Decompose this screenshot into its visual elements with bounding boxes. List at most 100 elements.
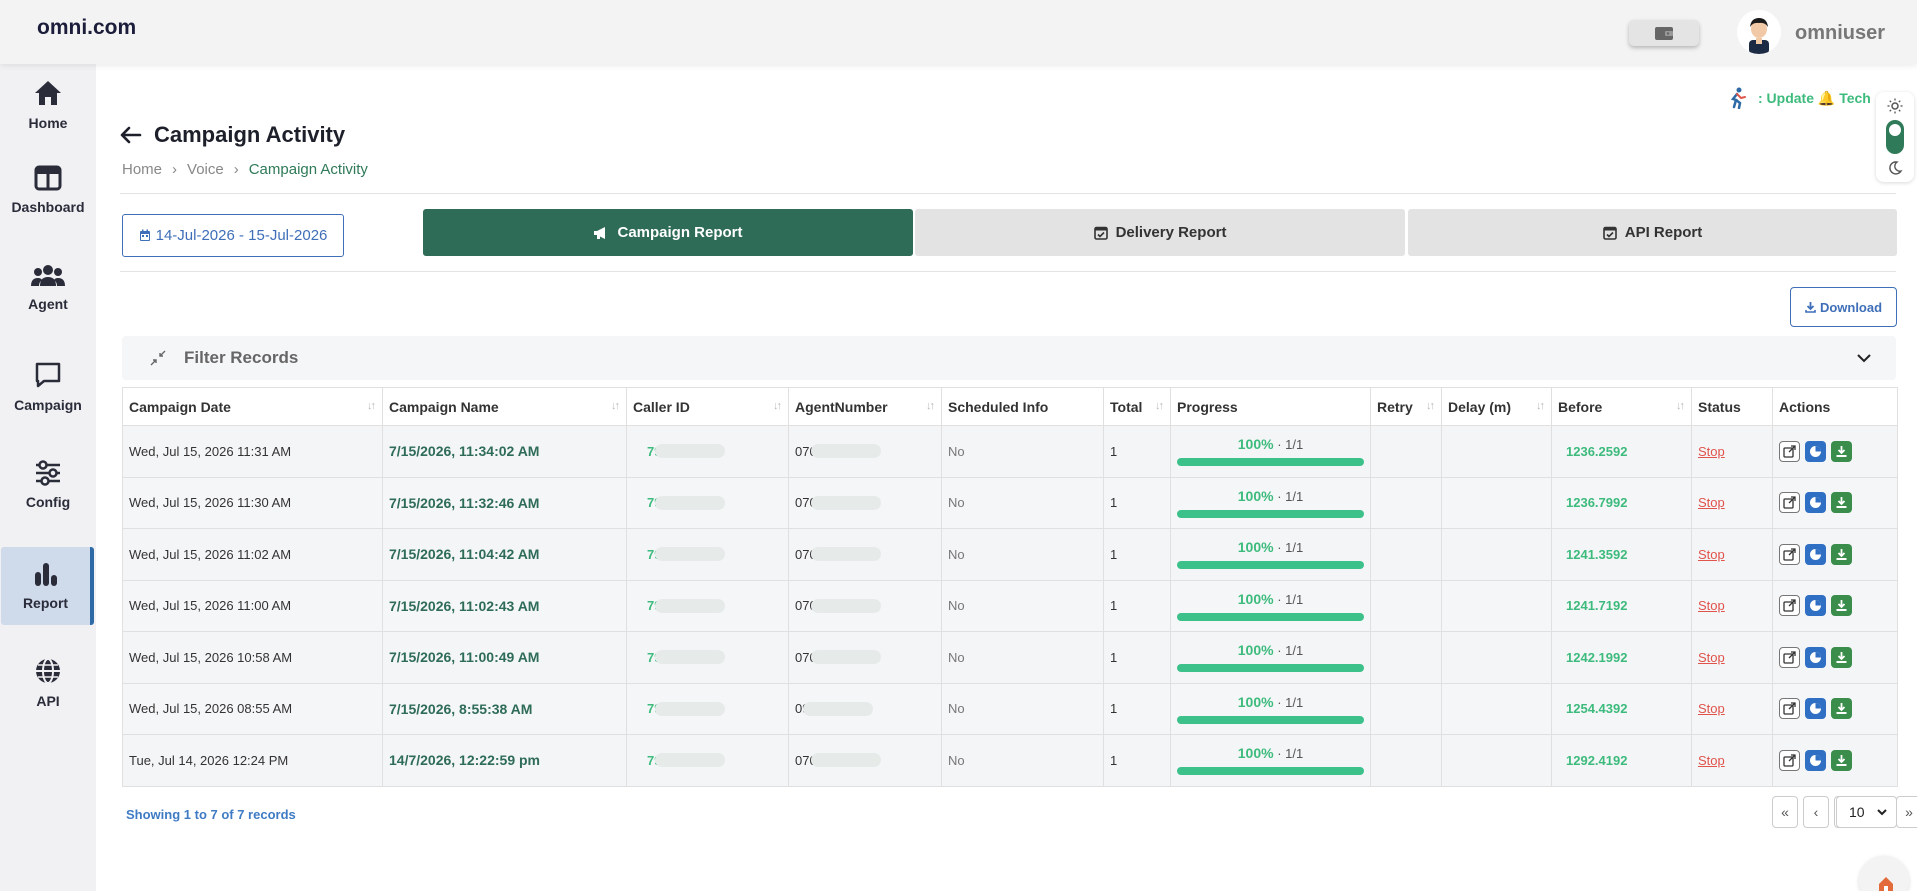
stats-button[interactable]	[1805, 543, 1826, 565]
stop-link[interactable]: Stop	[1698, 753, 1725, 768]
cell-retry	[1370, 682, 1442, 735]
share-button[interactable]	[1779, 698, 1800, 720]
brand-logo[interactable]: omni.com	[37, 16, 136, 40]
row-download-button[interactable]	[1831, 698, 1852, 720]
sidebar-item-config[interactable]: Config	[0, 446, 96, 524]
breadcrumb-voice[interactable]: Voice	[187, 161, 224, 178]
header-label: Status	[1698, 398, 1741, 415]
cell-retry	[1370, 734, 1442, 787]
progress-bar	[1177, 715, 1364, 724]
cell-retry	[1370, 476, 1442, 529]
cell-campaign-date: Wed, Jul 15, 2026 11:30 AM	[122, 476, 383, 529]
stats-button[interactable]	[1805, 595, 1826, 617]
stats-button[interactable]	[1805, 698, 1826, 720]
stop-link[interactable]: Stop	[1698, 598, 1725, 613]
first-page-button[interactable]: «	[1772, 796, 1798, 828]
cell-actions	[1772, 425, 1898, 478]
row-download-button[interactable]	[1831, 492, 1852, 514]
pie-chart-icon	[1810, 703, 1821, 715]
row-download-button[interactable]	[1831, 595, 1852, 617]
stop-link[interactable]: Stop	[1698, 495, 1725, 510]
collapse-icon[interactable]	[150, 350, 166, 366]
cell-retry	[1370, 579, 1442, 632]
update-notice-text: : Update 🔔 Tech	[1758, 89, 1871, 106]
progress-fill	[1177, 561, 1364, 570]
floating-home-button[interactable]	[1859, 856, 1909, 891]
cell-scheduled-info: No	[941, 476, 1104, 529]
breadcrumb-home[interactable]: Home	[122, 161, 162, 178]
prev-page-button[interactable]: ‹	[1803, 796, 1829, 828]
masked-value	[810, 444, 881, 459]
col-campaign-date[interactable]: Campaign Date ↓↑	[122, 387, 383, 426]
progress-count: 1/1	[1285, 694, 1304, 710]
row-download-button[interactable]	[1831, 543, 1852, 565]
progress-text: 100% · 1/1	[1237, 745, 1304, 762]
stop-link[interactable]: Stop	[1698, 650, 1725, 665]
theme-toggle-switch[interactable]	[1886, 120, 1904, 154]
theme-toggle[interactable]	[1876, 92, 1914, 182]
cell-agent-number: 070	[788, 425, 942, 478]
stop-link[interactable]: Stop	[1698, 547, 1725, 562]
download-button[interactable]: Download	[1790, 287, 1897, 327]
cell-campaign-name[interactable]: 7/15/2026, 8:55:38 AM	[382, 682, 627, 735]
stats-button[interactable]	[1805, 440, 1826, 462]
row-download-button[interactable]	[1831, 440, 1852, 462]
date-range-button[interactable]: 14-Jul-2026 - 15-Jul-2026	[122, 214, 344, 257]
progress-text: 100% · 1/1	[1237, 539, 1304, 556]
col-before[interactable]: Before ↓↑	[1551, 387, 1692, 426]
cell-total: 1	[1103, 425, 1171, 478]
share-button[interactable]	[1779, 440, 1800, 462]
pie-chart-icon	[1810, 651, 1821, 663]
cell-campaign-name[interactable]: 7/15/2026, 11:02:43 AM	[382, 579, 627, 632]
back-arrow-icon[interactable]	[120, 126, 142, 144]
cell-total: 1	[1103, 734, 1171, 787]
cell-campaign-name[interactable]: 7/15/2026, 11:00:49 AM	[382, 631, 627, 684]
sidebar-item-report[interactable]: Report	[1, 547, 94, 625]
progress-fill	[1177, 767, 1364, 776]
wallet-button[interactable]	[1629, 20, 1699, 46]
user-avatar[interactable]	[1737, 10, 1781, 54]
tab-campaign-report[interactable]: Campaign Report	[423, 209, 913, 256]
sidebar-item-api[interactable]: API	[0, 644, 96, 722]
col-delay[interactable]: Delay (m) ↓↑	[1441, 387, 1552, 426]
sidebar-item-home[interactable]: Home	[0, 66, 96, 144]
filter-records-panel[interactable]: Filter Records	[122, 336, 1896, 380]
stop-link[interactable]: Stop	[1698, 444, 1725, 459]
cell-campaign-name[interactable]: 14/7/2026, 12:22:59 pm	[382, 734, 627, 787]
stats-button[interactable]	[1805, 492, 1826, 514]
tab-label: Delivery Report	[1115, 224, 1227, 241]
row-download-button[interactable]	[1831, 646, 1852, 668]
stats-button[interactable]	[1805, 749, 1826, 771]
col-retry[interactable]: Retry ↓↑	[1370, 387, 1442, 426]
share-button[interactable]	[1779, 543, 1800, 565]
stats-button[interactable]	[1805, 646, 1826, 668]
col-agent-number[interactable]: AgentNumber ↓↑	[788, 387, 942, 426]
username[interactable]: omniuser	[1795, 22, 1885, 45]
masked-value	[655, 444, 726, 459]
tab-delivery-report[interactable]: Delivery Report	[915, 209, 1405, 256]
share-button[interactable]	[1779, 646, 1800, 668]
cell-status: Stop	[1691, 425, 1773, 478]
share-button[interactable]	[1779, 749, 1800, 771]
tab-api-report[interactable]: API Report	[1408, 209, 1897, 256]
cell-campaign-name[interactable]: 7/15/2026, 11:32:46 AM	[382, 476, 627, 529]
col-campaign-name[interactable]: Campaign Name ↓↑	[382, 387, 627, 426]
page-size-select[interactable]: 10	[1836, 796, 1897, 828]
progress-bar	[1177, 767, 1364, 776]
sidebar-item-agent[interactable]: Agent	[0, 249, 96, 327]
cell-campaign-name[interactable]: 7/15/2026, 11:34:02 AM	[382, 425, 627, 478]
col-total[interactable]: Total ↓↑	[1103, 387, 1171, 426]
update-notice[interactable]: : Update 🔔 Tech	[1726, 86, 1886, 110]
stop-link[interactable]: Stop	[1698, 701, 1725, 716]
row-download-button[interactable]	[1831, 749, 1852, 771]
col-caller-id[interactable]: Caller ID ↓↑	[626, 387, 789, 426]
share-button[interactable]	[1779, 492, 1800, 514]
chevron-down-icon[interactable]	[1856, 350, 1872, 366]
download-icon	[1836, 651, 1847, 663]
cell-campaign-name[interactable]: 7/15/2026, 11:04:42 AM	[382, 528, 627, 581]
last-page-button[interactable]: »	[1896, 796, 1917, 828]
share-button[interactable]	[1779, 595, 1800, 617]
cell-caller-id: 79	[626, 476, 789, 529]
sidebar-item-dashboard[interactable]: Dashboard	[0, 151, 96, 229]
sidebar-item-campaign[interactable]: Campaign	[0, 348, 96, 426]
